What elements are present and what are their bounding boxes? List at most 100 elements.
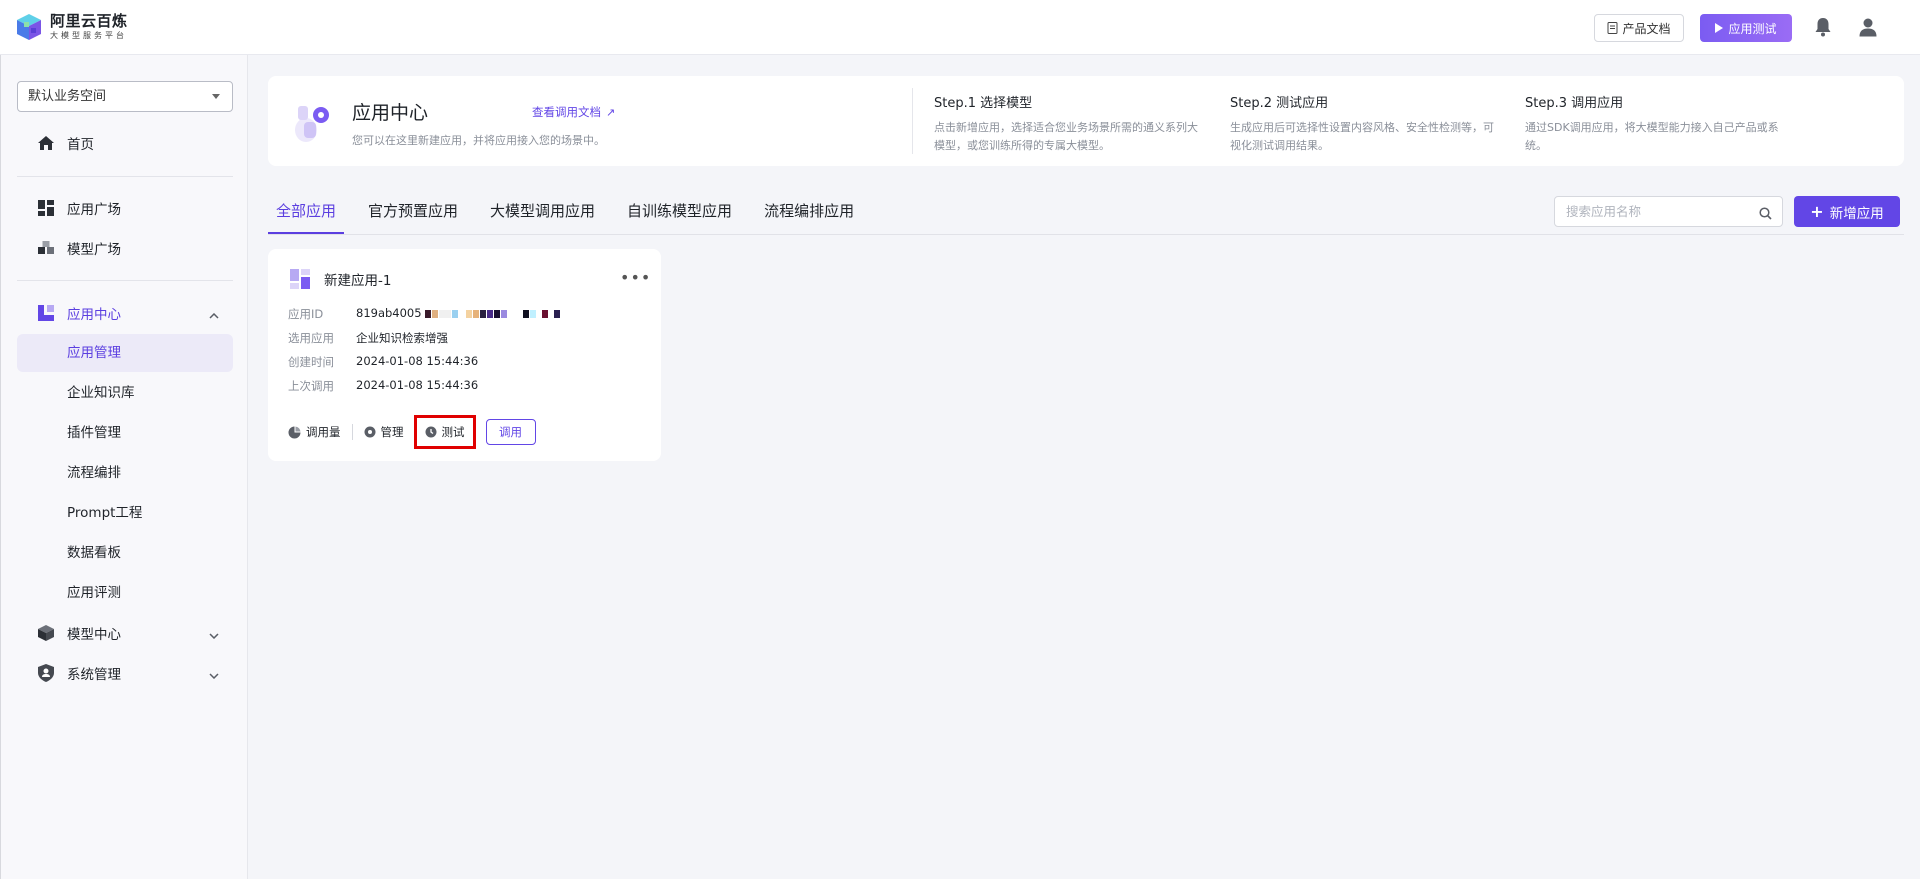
- product-docs-label: 产品文档: [1622, 21, 1671, 36]
- usage-label: 调用量: [306, 425, 341, 439]
- step-title: Step.3 调用应用: [1525, 96, 1624, 111]
- home-icon: [37, 134, 55, 152]
- sidebar-item-label: 首页: [67, 137, 94, 153]
- sidebar-divider: [17, 176, 233, 177]
- selected-app-row: 选用应用 企业知识检索增强: [288, 330, 448, 346]
- tab-all-apps[interactable]: 全部应用: [268, 196, 345, 234]
- search-input[interactable]: [1555, 197, 1745, 226]
- clock-icon: [425, 426, 436, 438]
- banner-divider: [912, 88, 913, 154]
- tab-self-trained[interactable]: 自训练模型应用: [619, 196, 740, 234]
- step-2: Step.2 测试应用 生成应用后可选择性设置内容风格、安全性检测等，可视化测试…: [1230, 92, 1500, 155]
- cube-logo-icon: [14, 12, 44, 42]
- test-label: 测试: [441, 425, 465, 439]
- sidebar-item-prompt-engineering[interactable]: Prompt工程: [17, 494, 233, 532]
- cubes-icon: [37, 239, 55, 257]
- app-card: 新建应用-1 ••• 应用ID 819ab4005 选用应用 企业知识检索增强 …: [268, 249, 661, 461]
- pie-chart-icon: [288, 426, 301, 438]
- top-header: 阿里云百炼 大模型服务平台 产品文档 应用测试: [0, 0, 1920, 55]
- app-id-value: 819ab4005: [356, 306, 561, 322]
- app-card-actions: 调用量 管理 测试 调用: [288, 415, 536, 449]
- app-id-row: 应用ID 819ab4005: [288, 306, 561, 322]
- sidebar-item-system-management[interactable]: 系统管理: [17, 654, 233, 692]
- bell-icon[interactable]: [1814, 17, 1832, 41]
- step-description: 通过SDK调用应用，将大模型能力接入自己产品或系统。: [1525, 121, 1779, 152]
- sidebar-item-app-plaza[interactable]: 应用广场: [17, 189, 233, 227]
- sidebar-item-home[interactable]: 首页: [17, 124, 233, 162]
- play-icon: [1715, 23, 1724, 33]
- app-id-label: 应用ID: [288, 307, 324, 321]
- app-center-banner: 应用中心 您可以在这里新建应用，并将应用接入您的场景中。 查看调用文档 ↗ St…: [268, 76, 1904, 166]
- selected-app-label: 选用应用: [288, 331, 334, 345]
- banner-description: 您可以在这里新建应用，并将应用接入您的场景中。: [352, 134, 605, 147]
- last-call-value: 2024-01-08 15:44:36: [356, 378, 479, 392]
- chevron-up-icon: [209, 307, 219, 323]
- sidebar-divider: [17, 280, 233, 281]
- app-center-gear-icon: [292, 100, 332, 144]
- workspace-value: 默认业务空间: [28, 89, 107, 104]
- app-search-box: [1554, 196, 1783, 227]
- brand-title: 阿里云百炼: [50, 12, 128, 30]
- app-card-icon: [290, 269, 310, 289]
- step-3: Step.3 调用应用 通过SDK调用应用，将大模型能力接入自己产品或系统。: [1525, 92, 1795, 155]
- sidebar-item-model-center[interactable]: 模型中心: [17, 614, 233, 652]
- sidebar-item-model-plaza[interactable]: 模型广场: [17, 229, 233, 267]
- sidebar: 默认业务空间 首页 应用广场 模型广场 应用中心 应用管理 企业知识库 插件管理…: [0, 55, 248, 879]
- workspace-select[interactable]: 默认业务空间: [17, 81, 233, 112]
- search-icon[interactable]: [1759, 205, 1772, 224]
- app-test-label: 应用测试: [1728, 21, 1777, 36]
- sidebar-item-flow-orchestration[interactable]: 流程编排: [17, 454, 233, 492]
- sidebar-item-app-management[interactable]: 应用管理: [17, 334, 233, 372]
- view-call-docs-link[interactable]: 查看调用文档 ↗: [532, 104, 615, 120]
- more-options-icon[interactable]: •••: [620, 268, 651, 287]
- gear-icon: [364, 426, 375, 438]
- step-1: Step.1 选择模型 点击新增应用，选择适合您业务场景所需的通义系列大模型，或…: [934, 92, 1204, 155]
- product-docs-button[interactable]: 产品文档: [1594, 14, 1684, 42]
- banner-title: 应用中心: [352, 102, 429, 124]
- app-center-icon: [37, 304, 55, 322]
- created-time-value: 2024-01-08 15:44:36: [356, 354, 479, 368]
- tab-llm-call[interactable]: 大模型调用应用: [482, 196, 603, 234]
- created-time-row: 创建时间 2024-01-08 15:44:36: [288, 354, 478, 370]
- grid-icon: [37, 199, 55, 217]
- test-button[interactable]: 测试: [413, 415, 476, 449]
- sidebar-item-knowledge-base[interactable]: 企业知识库: [17, 374, 233, 412]
- app-category-tabs: 全部应用 官方预置应用 大模型调用应用 自训练模型应用 流程编排应用: [268, 196, 878, 234]
- action-divider: [351, 424, 353, 440]
- call-button[interactable]: 调用: [485, 419, 536, 445]
- add-app-button[interactable]: + 新增应用: [1794, 196, 1900, 227]
- tab-official-preset[interactable]: 官方预置应用: [360, 196, 466, 234]
- step-title: Step.2 测试应用: [1230, 96, 1329, 111]
- selected-app-value: 企业知识检索增强: [356, 331, 448, 345]
- sidebar-item-app-center[interactable]: 应用中心: [17, 294, 233, 332]
- external-link-icon: ↗: [606, 105, 616, 119]
- sidebar-item-data-dashboard[interactable]: 数据看板: [17, 534, 233, 572]
- sidebar-item-label: 模型广场: [67, 242, 121, 258]
- view-call-docs-label: 查看调用文档: [532, 105, 601, 119]
- tab-flow-apps[interactable]: 流程编排应用: [756, 196, 862, 234]
- step-description: 生成应用后可选择性设置内容风格、安全性检测等，可视化测试调用结果。: [1230, 121, 1494, 152]
- user-avatar-icon[interactable]: [1858, 17, 1878, 41]
- step-description: 点击新增应用，选择适合您业务场景所需的通义系列大模型，或您训练所得的专属大模型。: [934, 121, 1198, 152]
- chevron-down-icon: [209, 627, 219, 643]
- app-card-title: 新建应用-1: [324, 273, 392, 289]
- add-app-label: 新增应用: [1829, 205, 1884, 222]
- tabs-divider: [268, 234, 1904, 235]
- brand-logo[interactable]: 阿里云百炼 大模型服务平台: [14, 12, 128, 42]
- manage-button[interactable]: 管理: [364, 424, 404, 440]
- sidebar-item-plugin-management[interactable]: 插件管理: [17, 414, 233, 452]
- caret-down-icon: [212, 94, 220, 99]
- step-title: Step.1 选择模型: [934, 96, 1033, 111]
- last-call-label: 上次调用: [288, 379, 334, 393]
- model-cube-icon: [37, 624, 55, 642]
- last-call-row: 上次调用 2024-01-08 15:44:36: [288, 378, 478, 394]
- sidebar-item-label: 系统管理: [67, 667, 121, 683]
- brand-subtitle: 大模型服务平台: [50, 31, 127, 40]
- shield-icon: [37, 664, 55, 682]
- created-time-label: 创建时间: [288, 355, 334, 369]
- chevron-down-icon: [209, 667, 219, 683]
- sidebar-item-app-evaluation[interactable]: 应用评测: [17, 574, 233, 612]
- app-test-button[interactable]: 应用测试: [1700, 14, 1792, 42]
- manage-label: 管理: [380, 425, 404, 439]
- usage-button[interactable]: 调用量: [288, 424, 341, 440]
